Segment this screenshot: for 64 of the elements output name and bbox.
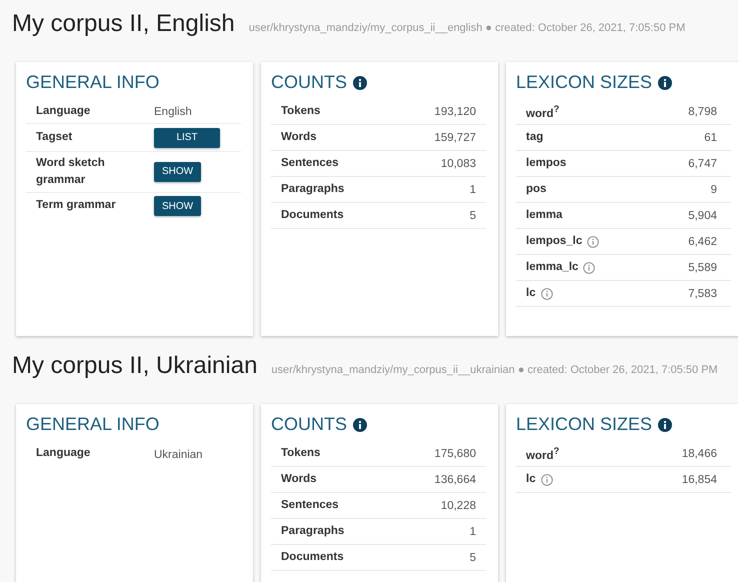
corpus-title: My corpus II, English <box>12 10 235 38</box>
row-value: 1 <box>470 184 476 196</box>
row-value: English <box>154 106 192 118</box>
row-label: Language <box>36 446 92 461</box>
action-button[interactable]: SHOW <box>154 196 201 216</box>
row-value: 18,466 <box>682 448 717 460</box>
info-icon[interactable] <box>353 76 367 90</box>
row-label: Documents <box>281 550 344 565</box>
row-value: 6,462 <box>688 236 717 248</box>
card-heading: LEXICON SIZES <box>516 72 652 93</box>
row-value: 5 <box>470 552 476 564</box>
row-label: Words <box>281 472 317 487</box>
corpus-meta: user/khrystyna_mandziy/my_corpus_ii__english ● created: October 26, 2021, 7:05:50 PM <box>248 22 686 34</box>
row-value: 159,727 <box>434 132 476 144</box>
card-heading: GENERAL INFO <box>26 414 160 435</box>
corpus-title: My corpus II, Ukrainian <box>12 352 258 380</box>
row-label: lemma <box>526 208 562 223</box>
row-label: lc <box>526 286 536 301</box>
row-label: Paragraphs <box>281 524 344 539</box>
row-value: 6,747 <box>688 158 717 170</box>
row-value: 8,798 <box>688 106 717 118</box>
row-value: 5,904 <box>688 210 717 222</box>
row-value: 175,680 <box>434 448 476 460</box>
row-value: 9 <box>710 184 717 196</box>
row-label: Tokens <box>281 446 320 461</box>
row-label: lempos_lc <box>526 234 582 249</box>
card-heading: COUNTS <box>271 414 347 435</box>
corpus-meta: user/khrystyna_mandziy/my_corpus_ii__ukrainian ● created: October 26, 2021, 7:05:50 PM <box>271 364 718 376</box>
info-icon[interactable] <box>353 418 367 432</box>
row-label: Tokens <box>281 104 320 119</box>
row-label: Language <box>36 104 92 118</box>
row-label: tag <box>526 130 544 145</box>
row-label: Sentences <box>281 498 339 513</box>
row-label: Tagset <box>36 130 74 145</box>
row-value: 5,589 <box>688 262 717 274</box>
action-button[interactable]: LIST <box>154 128 220 148</box>
info-icon[interactable] <box>658 418 672 432</box>
row-value: 193,120 <box>434 106 476 118</box>
row-label: Documents <box>281 208 344 223</box>
row-label: pos <box>526 182 546 197</box>
row-value: 1 <box>470 526 476 538</box>
row-label: lempos <box>526 156 566 171</box>
info-icon[interactable] <box>658 76 672 90</box>
row-label: word$^{?}$ <box>526 102 560 122</box>
row-label: lemma_lc <box>526 260 578 275</box>
card-heading: COUNTS <box>271 72 347 93</box>
row-label: word$^{?}$ <box>526 444 560 464</box>
action-button[interactable]: SHOW <box>154 162 201 182</box>
row-label: Term grammar <box>36 198 117 214</box>
row-label: Words <box>281 130 317 145</box>
row-value: 61 <box>704 132 717 144</box>
row-label: Sentences <box>281 156 339 171</box>
card-heading: GENERAL INFO <box>26 72 160 93</box>
row-label: Paragraphs <box>281 182 344 197</box>
card-heading: LEXICON SIZES <box>516 414 652 435</box>
row-label: lc <box>526 472 536 487</box>
row-value: 7,583 <box>688 288 717 300</box>
row-label: Word sketch grammar <box>36 156 106 188</box>
row-value: Ukrainian <box>154 448 203 460</box>
row-value: 10,083 <box>440 158 476 170</box>
row-value: 5 <box>470 210 476 222</box>
row-value: 16,854 <box>682 474 717 486</box>
row-value: 136,664 <box>434 474 476 486</box>
row-value: 10,228 <box>440 500 476 512</box>
